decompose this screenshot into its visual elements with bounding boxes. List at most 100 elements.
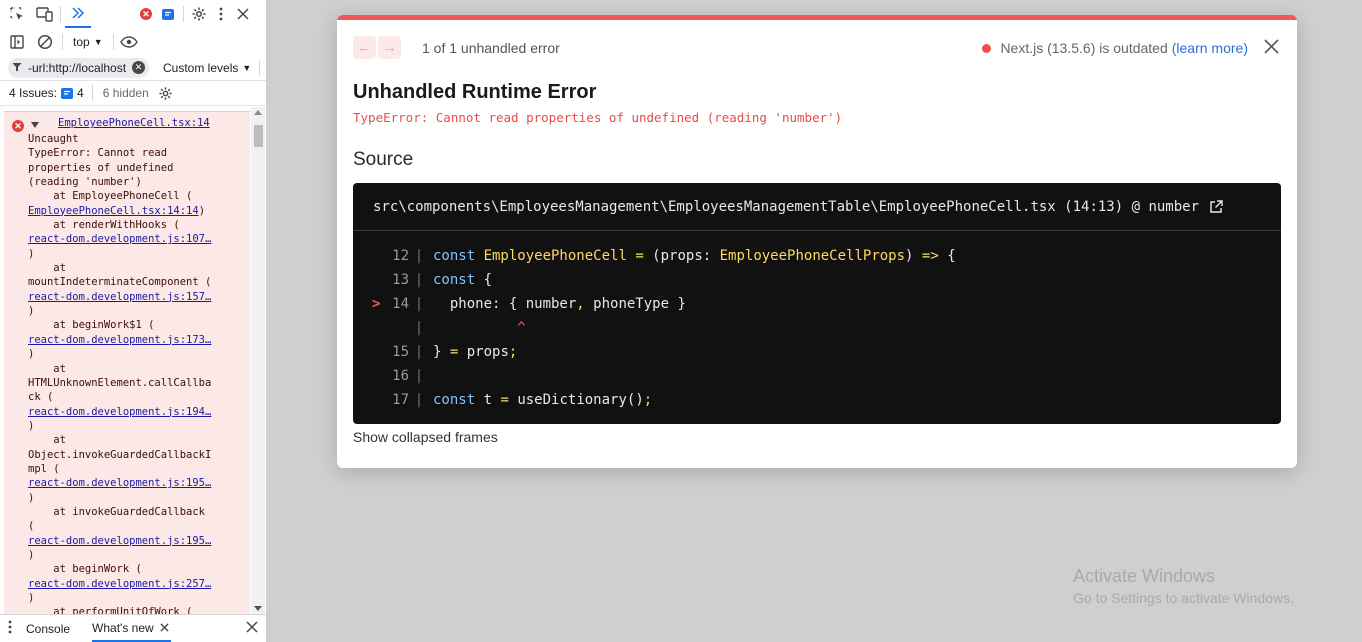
hidden-count: 6 hidden xyxy=(102,86,149,100)
settings-gear-icon[interactable] xyxy=(188,3,210,25)
stack-trace-line: ) xyxy=(28,305,35,318)
drawer-menu-icon[interactable] xyxy=(8,620,12,637)
console-scrollbar[interactable] xyxy=(251,107,265,614)
line-number: 17 xyxy=(392,392,409,408)
stack-trace-link[interactable]: EmployeePhoneCell.tsx:14:14 xyxy=(28,205,199,217)
scroll-thumb[interactable] xyxy=(254,125,263,147)
log-levels-dropdown[interactable]: Custom levels ▼ xyxy=(163,61,251,75)
code-frame-header[interactable]: src\components\EmployeesManagement\Emplo… xyxy=(353,183,1281,231)
source-heading: Source xyxy=(353,149,414,170)
kebab-menu-icon[interactable] xyxy=(210,3,232,25)
error-title: Unhandled Runtime Error xyxy=(353,81,597,103)
close-devtools-icon[interactable] xyxy=(232,3,254,25)
stack-trace-link[interactable]: react-dom.development.js:157… xyxy=(28,291,211,303)
version-notice: Next.js (13.5.6) is outdated (learn more… xyxy=(982,40,1248,56)
more-tabs-icon[interactable] xyxy=(65,0,91,28)
issues-link[interactable]: 4 Issues: 4 xyxy=(9,86,84,100)
dropdown-arrow-icon: ▼ xyxy=(242,62,252,73)
code-text: } = props; xyxy=(433,344,518,360)
watermark-subtitle: Go to Settings to activate Windows. xyxy=(1073,590,1294,606)
error-x-icon: ✕ xyxy=(140,8,152,20)
stack-trace-line: at beginWork$1 ( xyxy=(28,319,155,332)
stack-trace-line: mountIndeterminateComponent ( xyxy=(28,276,212,289)
console-output: ✕ EmployeePhoneCell.tsx:14 Uncaught Type… xyxy=(0,107,266,614)
gutter-divider: | xyxy=(414,320,424,336)
code-line: 15 |} = props; xyxy=(353,340,1281,364)
filter-input-value: -url:http://localhost xyxy=(28,60,127,75)
close-drawer-icon[interactable] xyxy=(246,621,258,636)
sidebar-toggle-icon[interactable] xyxy=(6,31,28,53)
issues-count: 4 xyxy=(77,86,84,100)
filter-row: -url:http://localhost ✕ Custom levels ▼ xyxy=(0,55,266,80)
stack-trace-line: at xyxy=(28,262,66,275)
code-line: >14 | phone: { number, phoneType } xyxy=(353,292,1281,316)
gutter-divider: | xyxy=(414,248,424,264)
clear-console-icon[interactable] xyxy=(34,31,56,53)
stack-trace-line: ck ( xyxy=(28,391,54,404)
stack-trace-line: properties of undefined xyxy=(28,161,174,174)
stack-trace-line: Uncaught xyxy=(28,133,79,145)
gutter-divider: | xyxy=(414,296,424,312)
console-error-message[interactable]: ✕ EmployeePhoneCell.tsx:14 Uncaught Type… xyxy=(4,111,250,614)
console-settings-gear-icon[interactable] xyxy=(155,82,177,104)
code-text: phone: { number, phoneType } xyxy=(433,296,686,312)
device-toolbar-icon[interactable] xyxy=(34,3,56,25)
context-select-value: top xyxy=(73,34,90,49)
stack-trace-line: Object.invokeGuardedCallbackI xyxy=(28,448,212,461)
console-toolbar: top ▼ xyxy=(0,28,266,55)
stack-trace-line: at xyxy=(28,434,66,447)
context-select[interactable]: top ▼ xyxy=(67,35,109,49)
next-error-button[interactable]: → xyxy=(378,36,401,59)
live-expression-eye-icon[interactable] xyxy=(118,31,140,53)
error-count: 1 of 1 unhandled error xyxy=(422,40,560,56)
dropdown-arrow-icon: ▼ xyxy=(93,36,103,47)
code-text: const t = useDictionary(); xyxy=(433,392,653,408)
stack-trace-link[interactable]: react-dom.development.js:194… xyxy=(28,406,211,418)
open-in-editor-icon[interactable] xyxy=(1209,199,1223,214)
gutter-divider: | xyxy=(414,272,424,288)
stack-trace-link[interactable]: react-dom.development.js:195… xyxy=(28,535,211,547)
close-overlay-icon[interactable] xyxy=(1264,39,1279,57)
clear-filter-icon[interactable]: ✕ xyxy=(132,61,145,74)
code-text: const EmployeePhoneCell = (props: Employ… xyxy=(433,248,956,264)
expand-triangle-icon[interactable] xyxy=(31,122,39,128)
stack-trace-line: at performUnitOfWork ( xyxy=(28,606,193,614)
devtools-toolbar: ✕ xyxy=(0,0,266,28)
previous-error-button[interactable]: ← xyxy=(353,36,376,59)
stack-trace-line: (reading 'number') xyxy=(28,176,142,189)
inspect-element-icon[interactable] xyxy=(6,3,28,25)
issues-row: 4 Issues: 4 6 hidden xyxy=(0,80,266,106)
stack-trace-link[interactable]: react-dom.development.js:195… xyxy=(28,477,211,489)
code-text: ^ xyxy=(433,320,526,336)
stack-trace-link[interactable]: react-dom.development.js:107… xyxy=(28,233,211,245)
tab-whats-new[interactable]: What's new xyxy=(92,615,171,642)
code-frame-lines: 12 | const EmployeePhoneCell = (props: Emp… xyxy=(353,244,1281,412)
close-tab-icon[interactable] xyxy=(160,623,169,632)
learn-more-link[interactable]: (learn more) xyxy=(1172,40,1248,56)
tab-console[interactable]: Console xyxy=(26,615,70,642)
stack-trace-line: HTMLUnknownElement.callCallba xyxy=(28,376,212,389)
outdated-text: Next.js (13.5.6) is outdated xyxy=(1000,40,1168,56)
stack-trace-line: at EmployeePhoneCell ( xyxy=(28,190,193,203)
errors-badge[interactable]: ✕ xyxy=(135,3,157,25)
stack-trace-link[interactable]: react-dom.development.js:257… xyxy=(28,578,211,590)
stack-trace-line: at xyxy=(28,362,66,375)
scroll-down-icon[interactable] xyxy=(254,606,262,611)
show-collapsed-frames-button[interactable]: Show collapsed frames xyxy=(353,429,498,445)
stack-trace-link[interactable]: react-dom.development.js:173… xyxy=(28,334,211,346)
status-dot-icon xyxy=(982,43,992,53)
stack-trace-line: ) xyxy=(28,348,35,361)
messages-badge[interactable] xyxy=(157,3,179,25)
filter-input[interactable]: -url:http://localhost ✕ xyxy=(8,57,149,78)
code-line: 13 | const { xyxy=(353,268,1281,292)
message-icon xyxy=(162,8,174,20)
gutter-divider: | xyxy=(414,344,424,360)
scroll-up-icon[interactable] xyxy=(254,110,262,115)
error-source-link[interactable]: EmployeePhoneCell.tsx:14 xyxy=(58,117,210,129)
code-line: 12 | const EmployeePhoneCell = (props: Emp… xyxy=(353,244,1281,268)
code-line: | ^ xyxy=(353,316,1281,340)
code-line: 16 | xyxy=(353,364,1281,388)
stack-trace-line: mpl ( xyxy=(28,462,60,475)
error-stack-trace: Uncaught TypeError: Cannot read properti… xyxy=(28,132,224,614)
gutter-divider: | xyxy=(414,368,424,384)
